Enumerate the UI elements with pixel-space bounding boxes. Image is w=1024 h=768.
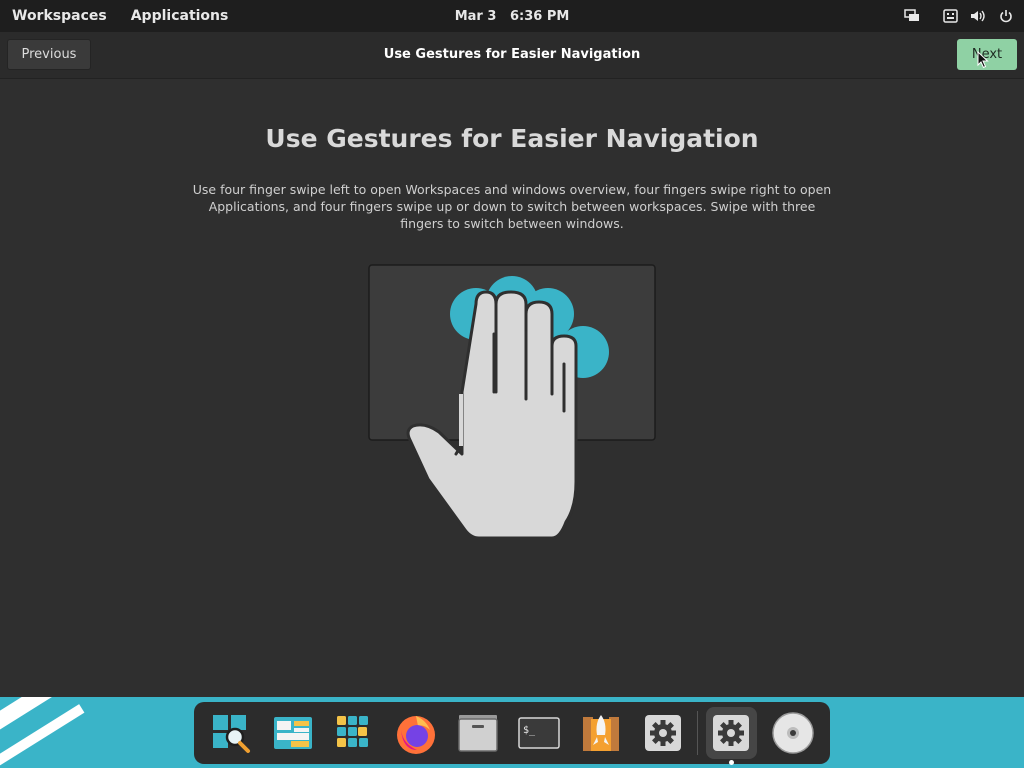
workspaces-icon (273, 717, 312, 749)
header-bar: Previous Use Gestures for Easier Navigat… (0, 32, 1024, 79)
clock-time[interactable]: 6:36 PM (510, 9, 569, 24)
dock-item-search[interactable] (205, 707, 257, 759)
search-icon (212, 715, 250, 753)
workspaces-button[interactable]: Workspaces (0, 8, 119, 24)
dock-item-app-grid[interactable] (328, 707, 380, 759)
dock-item-pop-shop[interactable] (575, 707, 627, 759)
applications-button[interactable]: Applications (119, 8, 241, 24)
dock-item-terminal[interactable]: $_ (514, 707, 566, 759)
top-panel: Workspaces Applications Mar 3 6:36 PM (0, 0, 1024, 32)
main-heading: Use Gestures for Easier Navigation (265, 124, 759, 153)
dock-item-workspaces[interactable] (267, 707, 319, 759)
settings-running-icon (713, 715, 750, 751)
firefox-icon (396, 716, 435, 754)
keyboard-icon[interactable] (942, 8, 958, 24)
svg-text:$_: $_ (523, 725, 536, 736)
power-icon[interactable] (998, 8, 1014, 24)
touchpad-gesture-illustration (368, 264, 656, 540)
top-panel-left: Workspaces Applications (0, 8, 240, 24)
dock-separator (696, 711, 698, 755)
dock-item-settings-running[interactable] (705, 707, 758, 765)
files-icon (457, 715, 498, 752)
running-indicator (728, 760, 734, 765)
settings-icon (644, 715, 681, 751)
clock-date[interactable]: Mar 3 (455, 9, 497, 24)
dock-item-disc[interactable] (767, 707, 819, 759)
terminal-icon: $_ (518, 717, 561, 749)
dock-item-settings[interactable] (637, 707, 689, 759)
mouse-cursor-icon (977, 51, 989, 69)
dock-item-firefox[interactable] (390, 707, 442, 759)
pop-shop-icon (583, 715, 620, 751)
main-description: Use four finger swipe left to open Works… (192, 182, 832, 231)
dock: $_ (194, 702, 830, 765)
system-tray (892, 0, 1014, 32)
app-grid-icon (337, 716, 369, 747)
disc-icon (772, 712, 814, 754)
dock-item-files[interactable] (452, 707, 504, 759)
header-title: Use Gestures for Easier Navigation (383, 47, 641, 62)
volume-icon[interactable] (970, 8, 986, 24)
windows-icon[interactable] (904, 8, 920, 24)
